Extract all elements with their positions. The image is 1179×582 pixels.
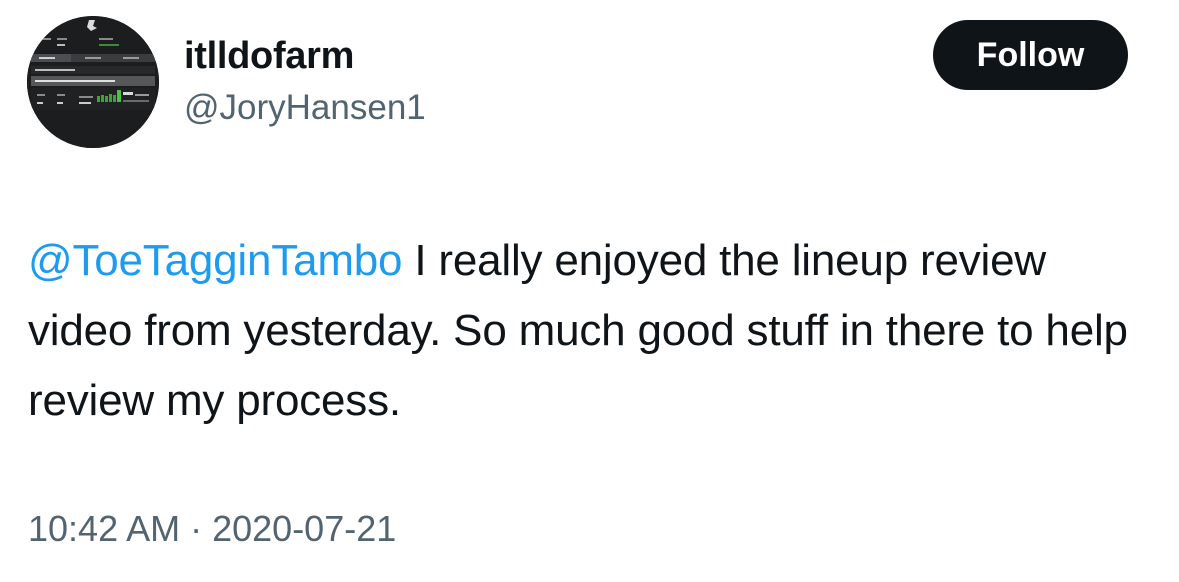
follow-button[interactable]: Follow xyxy=(933,20,1128,90)
avatar-image-icon xyxy=(27,16,159,148)
tweet-timestamp[interactable]: 10:42 AM · 2020-07-21 xyxy=(28,508,396,550)
tweet-text: @ToeTagginTambo I really enjoyed the lin… xyxy=(28,226,1158,436)
tweet-time: 10:42 AM xyxy=(28,508,181,549)
timestamp-separator: · xyxy=(190,508,203,549)
author-handle[interactable]: @JoryHansen1 xyxy=(184,88,426,128)
author-display-name[interactable]: itlldofarm xyxy=(184,35,354,78)
avatar[interactable] xyxy=(27,16,159,148)
tweet-date: 2020-07-21 xyxy=(212,508,397,549)
tweet-card: itlldofarm @JoryHansen1 Follow @ToeTaggi… xyxy=(0,0,1179,582)
mention-link[interactable]: @ToeTagginTambo xyxy=(28,236,403,285)
